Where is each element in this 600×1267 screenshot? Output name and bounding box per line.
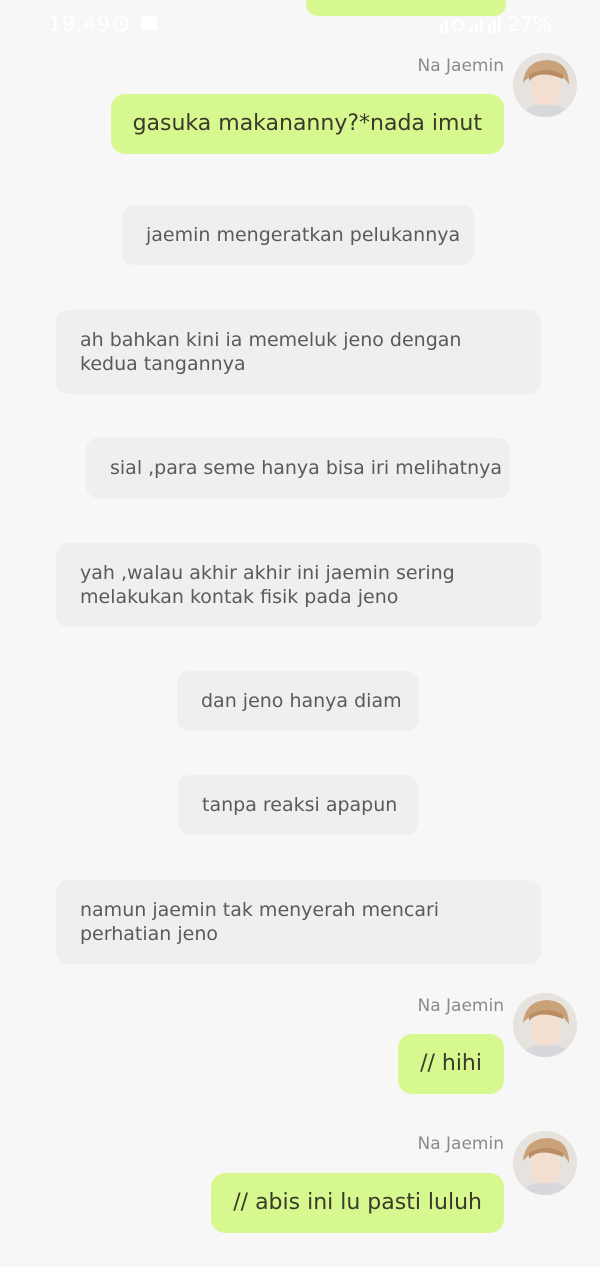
status-right: 27% [439,12,552,36]
status-bar: 19.49 27% [0,0,600,48]
narration-bubble[interactable]: sial ,para seme hanya bisa iri melihatny… [86,438,510,498]
narration-bubble[interactable]: yah ,walau akhir akhir ini jaemin sering… [56,543,541,627]
avatar[interactable] [513,993,577,1057]
narration-bubble[interactable]: dan jeno hanya diam [177,671,419,731]
sender-name: Na Jaemin [417,56,505,76]
message-bubble[interactable]: // abis ini lu pasti luluh [211,1173,504,1233]
gallery-icon [140,14,158,32]
narration-bubble[interactable]: namun jaemin tak menyerah mencari perhat… [56,880,541,964]
status-time: 19.49 [48,12,111,36]
sender-name: Na Jaemin [417,1134,505,1154]
message-bubble[interactable]: // hihi [398,1034,504,1094]
narration-bubble[interactable]: ah bahkan kini ia memeluk jeno dengan ke… [56,310,541,394]
sender-name: Na Jaemin [417,996,505,1016]
avatar[interactable] [513,53,577,117]
avatar[interactable] [513,1131,577,1195]
battery-percent: 27% [507,12,552,36]
alarm-icon [112,14,130,32]
signal-icon [439,14,502,33]
narration-bubble[interactable]: tanpa reaksi apapun [178,775,418,835]
message-bubble[interactable]: gasuka makananny?*nada imut [110,94,504,154]
narration-bubble[interactable]: jaemin mengeratkan pelukannya [122,205,474,265]
